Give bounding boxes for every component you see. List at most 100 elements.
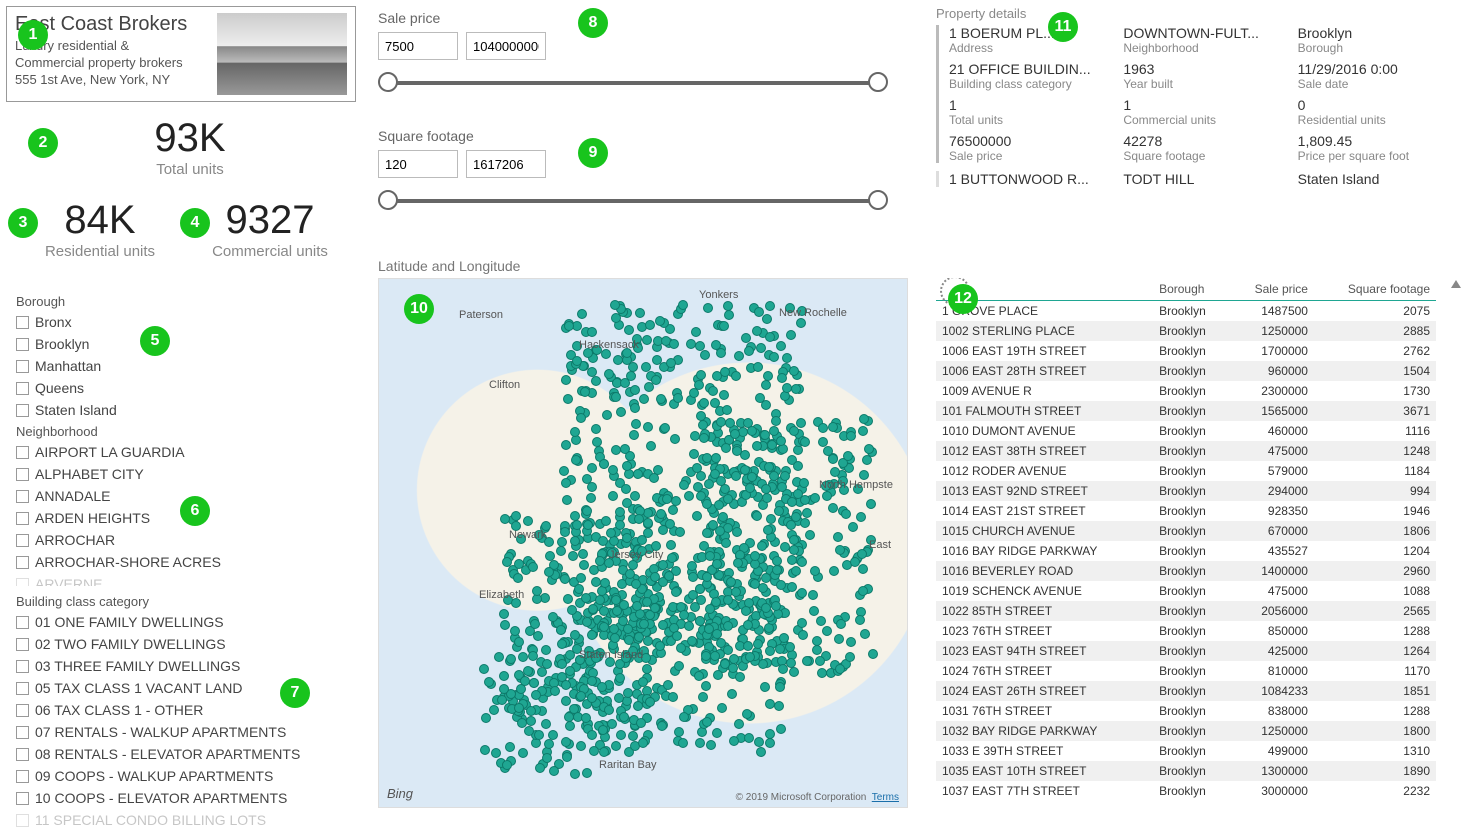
building-class-item[interactable]: 03 THREE FAMILY DWELLINGS [16,655,346,677]
borough-item[interactable]: Staten Island [16,399,346,418]
table-cell: 1084233 [1229,681,1314,701]
table-row[interactable]: 1012 EAST 38TH STREETBrooklyn4750001248 [936,441,1436,461]
checkbox-icon[interactable] [16,814,29,827]
table-row[interactable]: 1016 BEVERLEY ROADBrooklyn14000002960 [936,561,1436,581]
building-class-item[interactable]: 11 SPECIAL CONDO BILLING LOTS [16,809,346,830]
checkbox-icon[interactable] [16,404,29,417]
details-row-2[interactable]: 1 BUTTONWOOD R... TODT HILL Staten Islan… [936,171,1466,187]
table-row[interactable]: 1023 76TH STREETBrooklyn8500001288 [936,621,1436,641]
sale-price-track[interactable] [378,72,888,92]
checkbox-icon[interactable] [16,770,29,783]
table-row[interactable]: 101 FALMOUTH STREETBrooklyn15650003671 [936,401,1436,421]
table-header[interactable]: Borough [1153,278,1229,301]
borough-item[interactable]: Bronx [16,311,346,333]
building-class-item[interactable]: 10 COOPS - ELEVATOR APARTMENTS [16,787,346,809]
slider-square-footage[interactable]: Square footage [378,128,888,210]
checkbox-icon[interactable] [16,556,29,569]
checkbox-icon[interactable] [16,338,29,351]
checkbox-icon[interactable] [16,616,29,629]
table-row[interactable]: 1019 SCHENCK AVENUEBrooklyn4750001088 [936,581,1436,601]
sale-price-min-knob[interactable] [378,72,398,92]
table-row[interactable]: 1033 E 39TH STREETBrooklyn4990001310 [936,741,1436,761]
neighborhood-item[interactable]: ARROCHAR-SHORE ACRES [16,551,346,573]
checkbox-icon[interactable] [16,534,29,547]
header-sub3: 555 1st Ave, New York, NY [15,72,211,89]
slicer-borough-title: Borough [16,294,346,309]
table-row[interactable]: 1006 EAST 28TH STREETBrooklyn9600001504 [936,361,1436,381]
table-scrollbar[interactable] [1448,280,1464,810]
scroll-up-icon[interactable] [1451,280,1461,288]
borough-item[interactable]: Brooklyn [16,333,346,355]
map-datapoints[interactable] [379,279,907,807]
checkbox-icon[interactable] [16,682,29,695]
sale-price-max-knob[interactable] [868,72,888,92]
checkbox-icon[interactable] [16,512,29,525]
table-row[interactable]: 1032 BAY RIDGE PARKWAYBrooklyn1250000180… [936,721,1436,741]
sqft-max-input[interactable] [466,150,546,178]
property-table[interactable]: BoroughSale priceSquare footage 1 GROVE … [936,278,1436,818]
slider-sale-price-title: Sale price [378,10,888,26]
checkbox-icon[interactable] [16,490,29,503]
table-row[interactable]: 1 GROVE PLACEBrooklyn14875002075 [936,301,1436,322]
sqft-min-knob[interactable] [378,190,398,210]
table-row[interactable]: 1016 BAY RIDGE PARKWAYBrooklyn4355271204 [936,541,1436,561]
checkbox-icon[interactable] [16,704,29,717]
slider-sqft-title: Square footage [378,128,888,144]
table-cell: 1016 BEVERLEY ROAD [936,561,1153,581]
slider-sale-price[interactable]: Sale price [378,10,888,92]
table-row[interactable]: 1022 85TH STREETBrooklyn20560002565 [936,601,1436,621]
building-class-item[interactable]: 09 COOPS - WALKUP APARTMENTS [16,765,346,787]
borough-item[interactable]: Manhattan [16,355,346,377]
checkbox-icon[interactable] [16,360,29,373]
sale-price-max-input[interactable] [466,32,546,60]
building-class-item[interactable]: 02 TWO FAMILY DWELLINGS [16,633,346,655]
checkbox-icon[interactable] [16,468,29,481]
checkbox-icon[interactable] [16,446,29,459]
table-row[interactable]: 1037 EAST 7TH STREETBrooklyn30000002232 [936,781,1436,801]
table-row[interactable]: 1023 EAST 94TH STREETBrooklyn4250001264 [936,641,1436,661]
table-row[interactable]: 1024 76TH STREETBrooklyn8100001170 [936,661,1436,681]
neighborhood-item[interactable]: ALPHABET CITY [16,463,346,485]
table-header[interactable]: Square footage [1314,278,1436,301]
slicer-building-class[interactable]: Building class category 01 ONE FAMILY DW… [16,590,346,830]
map-terms-link[interactable]: Terms [872,792,899,803]
map-visual[interactable]: PatersonYonkersNew RochelleHackensackCli… [378,278,908,808]
neighborhood-item[interactable]: ARROCHAR [16,529,346,551]
checkbox-icon[interactable] [16,660,29,673]
sqft-min-input[interactable] [378,150,458,178]
det-borough-l: Borough [1298,41,1466,55]
sqft-track[interactable] [378,190,888,210]
table-row[interactable]: 1013 EAST 92ND STREETBrooklyn294000994 [936,481,1436,501]
checkbox-icon[interactable] [16,748,29,761]
checkbox-icon[interactable] [16,638,29,651]
sale-price-min-input[interactable] [378,32,458,60]
building-class-item[interactable]: 07 RENTALS - WALKUP APARTMENTS [16,721,346,743]
table-row[interactable]: 1006 EAST 19TH STREETBrooklyn17000002762 [936,341,1436,361]
table-cell: 1288 [1314,621,1436,641]
neighborhood-item[interactable]: AIRPORT LA GUARDIA [16,441,346,463]
table-row[interactable]: 1031 76TH STREETBrooklyn8380001288 [936,701,1436,721]
table-row[interactable]: 1009 AVENUE RBrooklyn23000001730 [936,381,1436,401]
building-class-item[interactable]: 08 RENTALS - ELEVATOR APARTMENTS [16,743,346,765]
table-cell: 1023 76TH STREET [936,621,1153,641]
checkbox-icon[interactable] [16,382,29,395]
building-class-item[interactable]: 01 ONE FAMILY DWELLINGS [16,611,346,633]
table-row[interactable]: 1035 EAST 10TH STREETBrooklyn13000001890 [936,761,1436,781]
checkbox-icon[interactable] [16,316,29,329]
table-row[interactable]: 1012 RODER AVENUEBrooklyn5790001184 [936,461,1436,481]
borough-item[interactable]: Queens [16,377,346,399]
sqft-max-knob[interactable] [868,190,888,210]
table-header[interactable]: Sale price [1229,278,1314,301]
slicer-borough[interactable]: Borough BronxBrooklynManhattanQueensStat… [16,290,346,418]
checkbox-icon[interactable] [16,578,29,587]
table-row[interactable]: 1024 EAST 26TH STREETBrooklyn10842331851 [936,681,1436,701]
checkbox-icon[interactable] [16,726,29,739]
table-row[interactable]: 1010 DUMONT AVENUEBrooklyn4600001116 [936,421,1436,441]
table-row[interactable]: 1002 STERLING PLACEBrooklyn12500002885 [936,321,1436,341]
table-row[interactable]: 1014 EAST 21ST STREETBrooklyn9283501946 [936,501,1436,521]
table-row[interactable]: 1015 CHURCH AVENUEBrooklyn6700001806 [936,521,1436,541]
neighborhood-item[interactable]: ARVERNE [16,573,346,586]
checkbox-icon[interactable] [16,792,29,805]
annotation-badge-6: 6 [180,496,210,526]
details-row-1[interactable]: 1 BOERUM PL...Address DOWNTOWN-FULT...Ne… [936,25,1466,163]
